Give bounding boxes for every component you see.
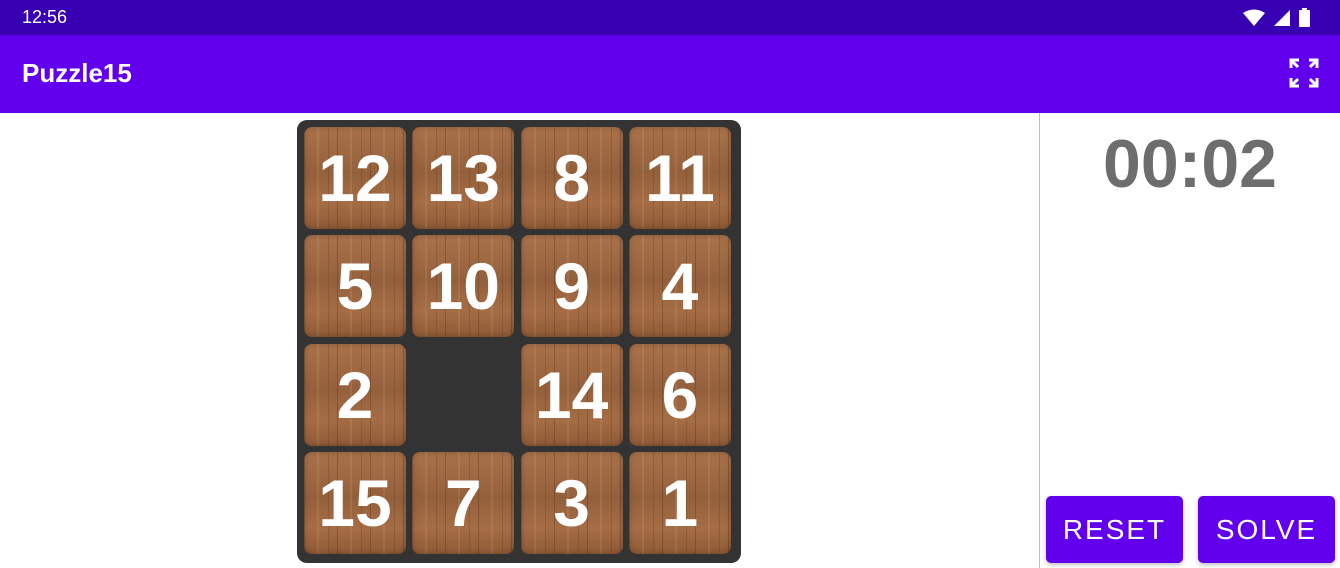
status-icons — [1243, 8, 1310, 27]
wifi-icon — [1243, 9, 1265, 26]
puzzle-tile-2[interactable]: 2 — [304, 343, 406, 446]
puzzle-tile-3[interactable]: 3 — [520, 451, 623, 554]
puzzle-tile-8[interactable]: 8 — [520, 127, 623, 229]
puzzle-tile-15[interactable]: 15 — [304, 451, 406, 554]
status-bar: 12:56 — [0, 0, 1340, 35]
reset-button[interactable]: RESET — [1046, 496, 1183, 563]
puzzle-tile-12[interactable]: 12 — [304, 127, 406, 229]
puzzle-board: 12 13 8 11 5 10 9 4 2 14 6 15 7 3 1 — [297, 120, 741, 563]
app-title: Puzzle15 — [22, 58, 132, 88]
puzzle-tile-6[interactable]: 6 — [628, 343, 731, 446]
puzzle-tile-11[interactable]: 11 — [628, 127, 731, 229]
fullscreen-button[interactable] — [1288, 57, 1320, 89]
battery-icon — [1299, 8, 1310, 27]
puzzle-tile-14[interactable]: 14 — [520, 343, 623, 446]
puzzle-tile-7[interactable]: 7 — [412, 451, 515, 554]
puzzle-tile-5[interactable]: 5 — [304, 235, 406, 338]
fullscreen-icon — [1289, 58, 1319, 88]
status-time: 12:56 — [22, 7, 68, 27]
puzzle-tile-13[interactable]: 13 — [412, 127, 515, 229]
cell-signal-icon — [1274, 9, 1290, 26]
puzzle-tile-9[interactable]: 9 — [520, 235, 623, 338]
puzzle-tile-1[interactable]: 1 — [628, 451, 731, 554]
timer: 00:02 — [1103, 126, 1277, 202]
solve-button[interactable]: SOLVE — [1198, 496, 1335, 563]
puzzle-tile-4[interactable]: 4 — [628, 235, 731, 338]
app-bar: Puzzle15 — [0, 35, 1340, 113]
puzzle-tile-10[interactable]: 10 — [412, 235, 515, 338]
